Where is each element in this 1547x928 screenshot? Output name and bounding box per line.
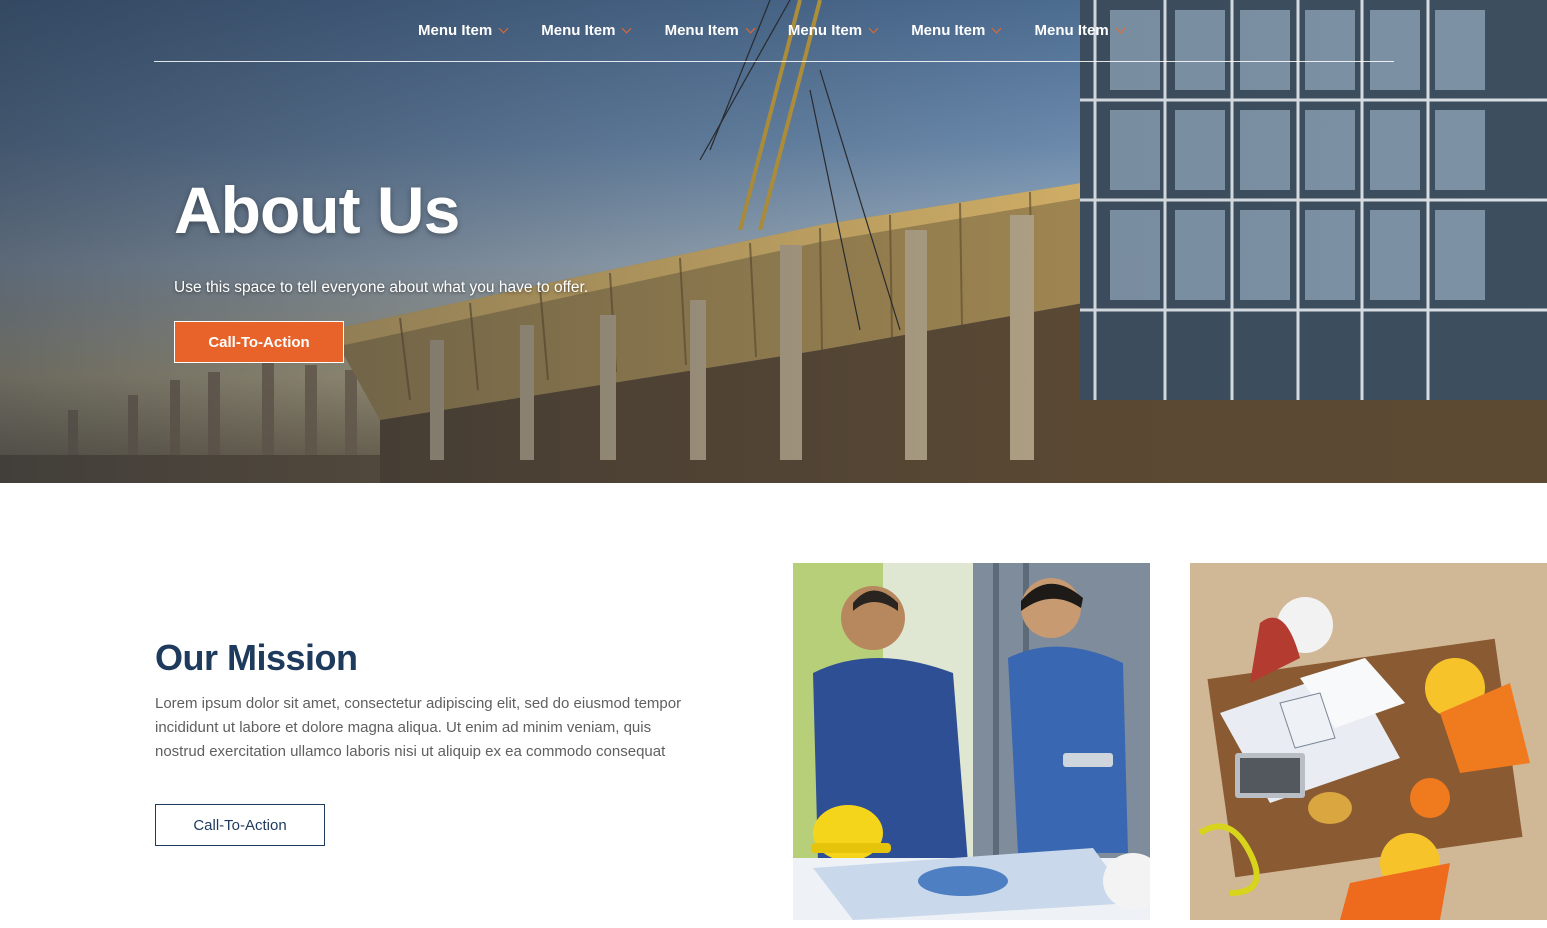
nav-menu-item-label: Menu Item <box>418 21 493 39</box>
hero-section: Menu Item Menu Item Menu Item Menu Item … <box>0 0 1547 483</box>
hero-cta-label: Call-To-Action <box>208 333 310 351</box>
nav-menu-item[interactable]: Menu Item <box>1034 19 1157 41</box>
nav-menu-item-label: Menu Item <box>664 21 739 39</box>
nav-menu: Menu Item Menu Item Menu Item Menu Item … <box>418 19 1158 41</box>
nav-menu-item-label: Menu Item <box>541 21 616 39</box>
nav-menu-item[interactable]: Menu Item <box>418 19 541 41</box>
nav-menu-item-label: Menu Item <box>787 21 863 39</box>
chevron-down-icon <box>622 23 632 33</box>
nav-menu-item[interactable]: Menu Item <box>665 19 788 41</box>
nav-menu-item-label: Menu Item <box>911 21 986 39</box>
engineers-photo <box>793 563 1150 920</box>
nav-menu-item-label: Menu Item <box>1034 21 1109 39</box>
chevron-down-icon <box>745 23 756 33</box>
mission-body-line: incididunt ut labore et dolore magna ali… <box>155 719 652 736</box>
chevron-down-icon <box>868 23 879 33</box>
chevron-down-icon <box>991 23 1002 33</box>
mission-body-line: nostrud exercitation ullamco laboris nis… <box>155 743 666 760</box>
hero-subtitle: Use this space to tell everyone about wh… <box>174 279 589 296</box>
mission-cta-button[interactable]: Call-To-Action <box>155 804 325 846</box>
nav-menu-item[interactable]: Menu Item <box>911 19 1034 41</box>
mission-body-line: Lorem ipsum dolor sit amet, consectetur … <box>155 695 682 712</box>
nav-menu-item[interactable]: Menu Item <box>541 19 664 41</box>
nav-menu-item[interactable]: Menu Item <box>788 19 911 41</box>
main-navigation: Menu Item Menu Item Menu Item Menu Item … <box>154 0 1394 62</box>
mission-cta-label: Call-To-Action <box>193 816 287 834</box>
chevron-down-icon <box>498 23 509 33</box>
mission-body: Lorem ipsum dolor sit amet, consectetur … <box>155 692 715 764</box>
chevron-down-icon <box>1115 23 1126 33</box>
hero-title: About Us <box>174 173 460 247</box>
hero-cta-button[interactable]: Call-To-Action <box>174 321 344 363</box>
mission-title: Our Mission <box>155 637 358 678</box>
construction-team-photo <box>1190 563 1547 920</box>
